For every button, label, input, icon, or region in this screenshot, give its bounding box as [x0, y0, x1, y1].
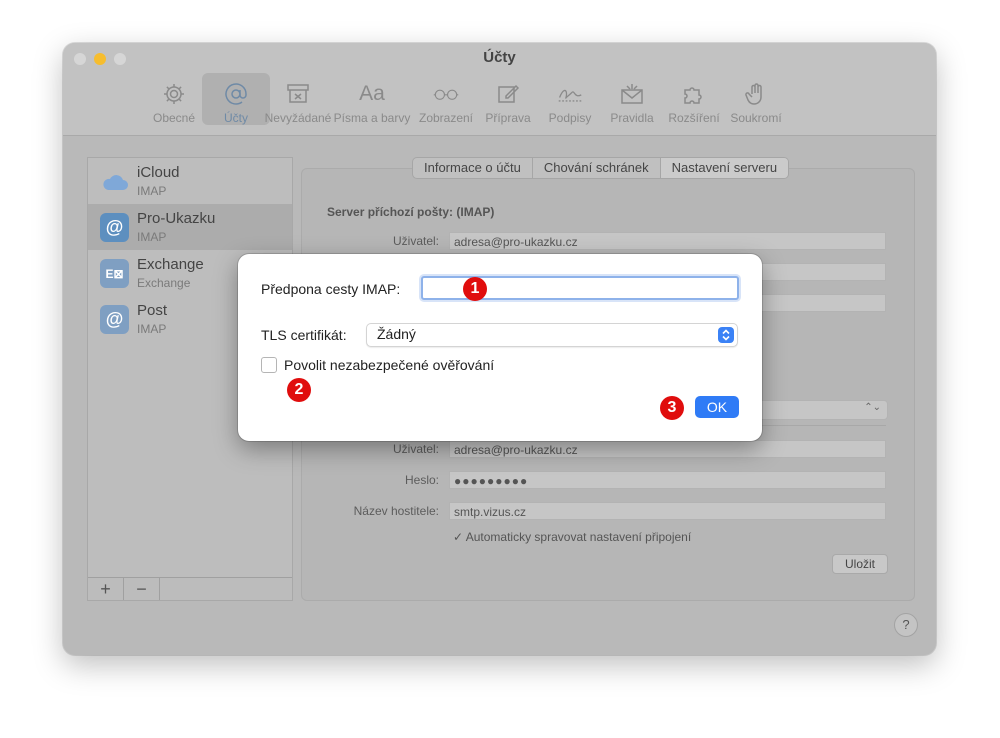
account-type: IMAP — [137, 184, 167, 198]
toolbar-label: Podpisy — [548, 111, 592, 125]
chevron-updown-icon — [718, 327, 734, 343]
tab-chovani[interactable]: Chování schránek — [533, 158, 661, 178]
account-type: IMAP — [137, 322, 167, 336]
tls-certificate-label: TLS certifikát: — [261, 327, 347, 343]
toolbar-pravidla[interactable]: Pravidla — [598, 73, 666, 125]
hand-icon — [743, 81, 769, 107]
toolbar-pisma[interactable]: Aa Písma a barvy — [326, 73, 418, 125]
gear-icon — [161, 81, 187, 107]
auto-manage-label: Automaticky spravovat nastavení připojen… — [465, 530, 692, 544]
toolbar-obecne[interactable]: Obecné — [140, 73, 208, 125]
puzzle-icon — [681, 81, 707, 107]
save-button[interactable]: Uložit — [832, 554, 888, 574]
help-button[interactable]: ? — [894, 613, 918, 637]
toolbar-label: Zobrazení — [418, 111, 474, 125]
annotation-badge-3: 3 — [660, 396, 684, 420]
chevron-updown-icon: ⌃⌄ — [864, 402, 881, 413]
window-title: Účty — [483, 49, 516, 66]
insecure-auth-label: Povolit nezabezpečené ověřování — [284, 357, 495, 373]
sidebar-bottom-bar: + − — [88, 577, 292, 600]
tab-nastaveni-serveru[interactable]: Nastavení serveru — [660, 158, 789, 178]
account-name: iCloud — [137, 164, 180, 181]
junk-tray-icon — [285, 81, 311, 107]
checkmark-icon: ✓ — [453, 530, 464, 544]
fonts-icon: Aa — [359, 82, 385, 105]
exchange-icon: E⊠ — [100, 259, 129, 288]
toolbar-rozsireni[interactable]: Rozšíření — [660, 73, 728, 125]
toolbar-podpisy[interactable]: Podpisy — [536, 73, 604, 125]
outgoing-host-label: Název hostitele: — [353, 504, 439, 518]
account-name: Exchange — [137, 256, 204, 273]
account-tabs: Informace o účtu Chování schránek Nastav… — [412, 157, 790, 179]
insecure-auth-checkbox[interactable] — [261, 357, 277, 373]
tls-certificate-select[interactable]: Žádný — [366, 323, 738, 347]
ok-button[interactable]: OK — [695, 396, 739, 418]
toolbar-label: Nevyžádané — [264, 111, 332, 125]
account-name: Pro-Ukazku — [137, 210, 216, 227]
toolbar-label: Účty — [224, 111, 248, 125]
at-sign-icon — [223, 81, 249, 107]
toolbar-label: Rozšíření — [668, 111, 720, 125]
outgoing-password-field[interactable]: ●●●●●●●●● — [449, 471, 886, 489]
titlebar: Účty Obecné Účty Nevyžádané Aa Písma a b… — [63, 43, 936, 136]
rules-envelope-icon — [619, 81, 645, 107]
toolbar-label: Příprava — [485, 111, 531, 125]
preferences-toolbar: Obecné Účty Nevyžádané Aa Písma a barvy … — [140, 73, 784, 131]
imap-prefix-label: Předpona cesty IMAP: — [261, 281, 401, 297]
toolbar-zobrazeni[interactable]: Zobrazení — [412, 73, 480, 125]
cloud-icon — [100, 167, 129, 196]
incoming-server-title: Server příchozí pošty: (IMAP) — [327, 205, 495, 219]
toolbar-ucty[interactable]: Účty — [202, 73, 270, 125]
toolbar-label: Soukromí — [730, 111, 782, 125]
toolbar-soukromi[interactable]: Soukromí — [722, 73, 790, 125]
toolbar-nevyzadane[interactable]: Nevyžádané — [264, 73, 332, 125]
account-type: Exchange — [137, 276, 191, 290]
annotation-badge-2: 2 — [287, 378, 311, 402]
tab-informace[interactable]: Informace o účtu — [413, 158, 533, 178]
incoming-user-field[interactable]: adresa@pro-ukazku.cz — [449, 232, 886, 250]
toolbar-label: Pravidla — [610, 111, 654, 125]
signature-icon — [557, 81, 583, 107]
outgoing-user-label: Uživatel: — [392, 442, 439, 456]
glasses-icon — [433, 81, 459, 107]
outgoing-user-field[interactable]: adresa@pro-ukazku.cz — [449, 440, 886, 458]
account-name: Post — [137, 302, 168, 319]
imap-advanced-dialog: Předpona cesty IMAP: TLS certifikát: Žád… — [238, 254, 762, 441]
tls-selected-value: Žádný — [377, 326, 416, 342]
incoming-user-label: Uživatel: — [392, 234, 439, 248]
toolbar-label: Písma a barvy — [333, 111, 411, 125]
add-account-button[interactable]: + — [88, 578, 124, 600]
auto-manage-checkbox[interactable]: ✓ Automaticky spravovat nastavení připoj… — [453, 530, 691, 544]
toolbar-label: Obecné — [152, 111, 196, 125]
account-type: IMAP — [137, 230, 167, 244]
at-sign-icon: @ — [100, 213, 129, 242]
compose-icon — [495, 81, 521, 107]
remove-account-button[interactable]: − — [124, 578, 160, 600]
outgoing-host-field[interactable]: smtp.vizus.cz — [449, 502, 886, 520]
outgoing-password-label: Heslo: — [404, 473, 439, 487]
account-item-icloud[interactable]: iCloud IMAP — [88, 158, 292, 204]
at-sign-icon: @ — [100, 305, 129, 334]
annotation-badge-1: 1 — [463, 277, 487, 301]
toolbar-priprava[interactable]: Příprava — [474, 73, 542, 125]
